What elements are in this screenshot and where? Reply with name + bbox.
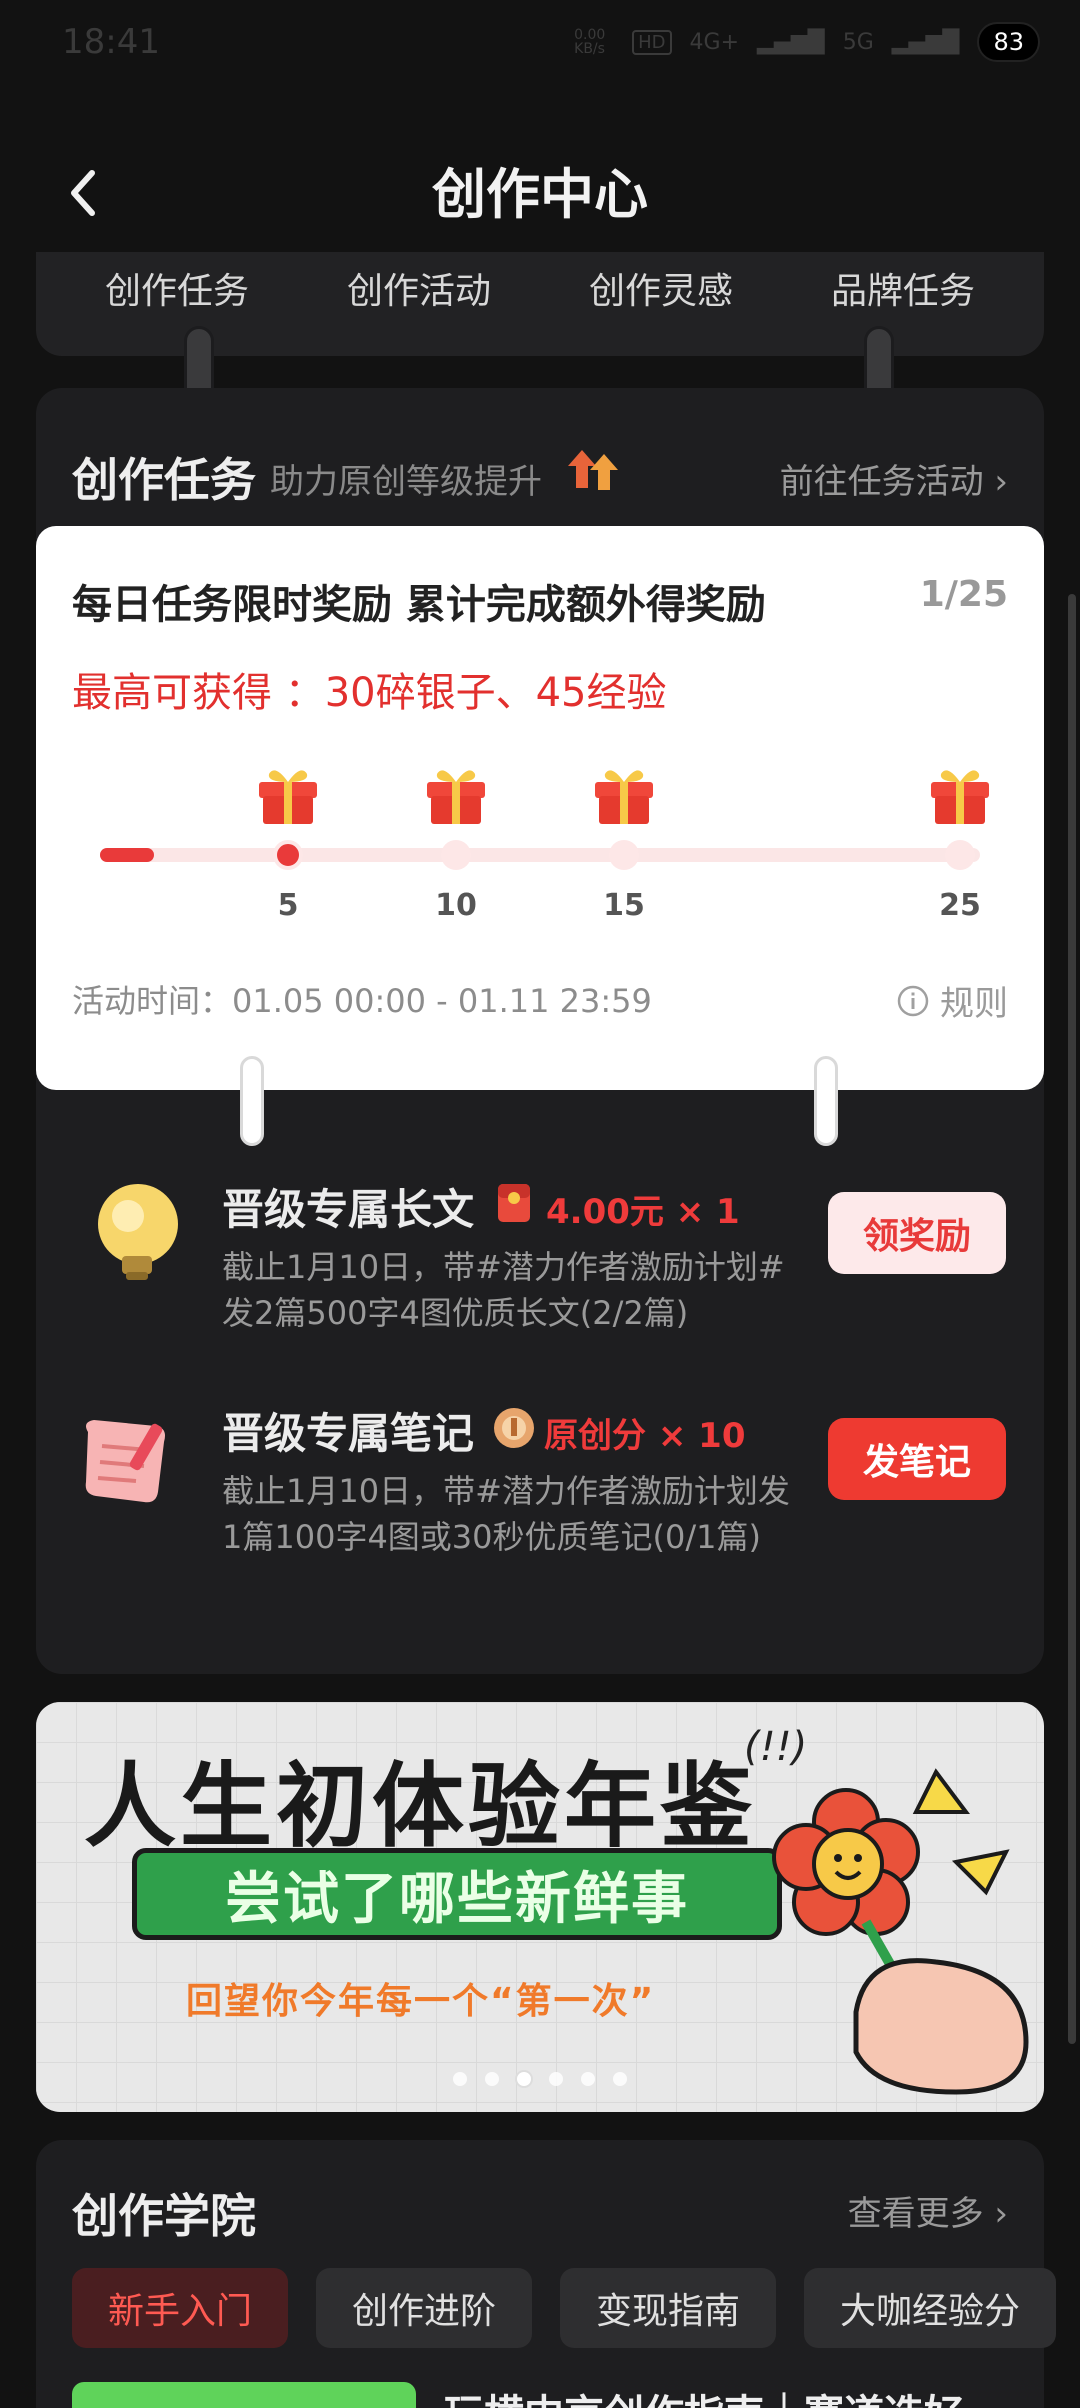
banner-pill: 尝试了哪些新鲜事 — [132, 1848, 782, 1940]
milestone-label: 10 — [435, 888, 477, 923]
max-reward-text: 最高可获得 ：30碎银子、45经验 — [72, 670, 667, 716]
task-2-description: 截止1月10日，带#潜力作者激励计划发1篇100字4图或30秒优质笔记(0/1篇… — [222, 1472, 790, 1556]
originality-score-icon — [494, 1408, 534, 1448]
milestone-label: 15 — [603, 888, 645, 923]
banner-title: 人生初体验年鉴 — [84, 1753, 757, 1860]
carousel-dot[interactable] — [453, 2072, 467, 2086]
carousel-dot[interactable] — [613, 2072, 627, 2086]
carousel-dot[interactable] — [549, 2072, 563, 2086]
progress-fill — [100, 848, 154, 862]
activity-time: 活动时间：01.05 00:00 - 01.11 23:59 — [72, 982, 652, 1020]
gift-icon — [427, 770, 485, 824]
carousel-dot[interactable] — [581, 2072, 595, 2086]
progress-track — [100, 848, 980, 862]
tab-brand-tasks[interactable]: 品牌任务 — [788, 262, 1018, 314]
chip-advanced[interactable]: 创作进阶 — [316, 2268, 533, 2348]
promo-banner[interactable]: 人生初体验年鉴 (!!) 尝试了哪些新鲜事 回望你今年每一个“第一次” — [36, 1702, 1044, 2112]
carousel-dot[interactable] — [485, 2072, 499, 2086]
lightbulb-icon — [98, 1184, 178, 1280]
milestone-label: 5 — [277, 888, 299, 923]
reward-title: 每日任务限时奖励 累计完成额外得奖励 — [72, 582, 766, 628]
signal-4g-icon: 4G+ — [689, 29, 740, 55]
reward-counter: 1/25 — [919, 574, 1008, 615]
signal-5g-icon: 5G — [842, 29, 874, 55]
post-note-button[interactable]: 发笔记 — [828, 1418, 1006, 1500]
signal-bars-icon-2: ▂▄▆█ — [891, 29, 960, 55]
milestone-node — [441, 840, 471, 870]
milestone-node — [273, 840, 303, 870]
carousel-dot[interactable] — [517, 2072, 531, 2086]
level-up-arrows-icon — [568, 450, 618, 490]
banner-subtitle: 回望你今年每一个“第一次” — [186, 1981, 656, 2022]
tab-creation-inspiration[interactable]: 创作灵感 — [546, 262, 776, 314]
task-1-reward: 4.00元 × 1 — [546, 1192, 740, 1232]
claim-reward-button[interactable]: 领奖励 — [828, 1192, 1006, 1274]
rules-button[interactable]: 规则 — [896, 976, 1008, 1025]
status-icons: 0.00 KB/s HD 4G+ ▂▄▆█ 5G ▂▄▆█ 83 — [574, 22, 1040, 62]
gift-icon — [259, 770, 317, 824]
go-task-activity-link[interactable]: 前往任务活动 › — [780, 454, 1008, 503]
connector-white-right — [814, 1056, 838, 1146]
tab-creation-activities[interactable]: 创作活动 — [304, 262, 534, 314]
top-tabs: 创作任务 创作活动 创作灵感 品牌任务 — [36, 262, 1044, 314]
section-subtitle: 助力原创等级提升 — [270, 462, 542, 502]
status-time: 18:41 — [62, 22, 160, 62]
milestone-node — [945, 840, 975, 870]
battery-indicator: 83 — [977, 22, 1040, 62]
gift-icon — [595, 770, 653, 824]
flower-hand-illustration — [772, 1768, 1029, 2095]
signal-bars-icon: ▂▄▆█ — [757, 29, 825, 55]
chip-beginner[interactable]: 新手入门 — [72, 2268, 289, 2348]
red-envelope-icon — [498, 1184, 530, 1222]
rules-label: 规则 — [940, 984, 1008, 1024]
task-2-title: 晋级专属笔记 — [222, 1409, 475, 1458]
tab-creation-tasks[interactable]: 创作任务 — [62, 262, 292, 314]
scrollbar[interactable] — [1068, 594, 1076, 2044]
task-1-title: 晋级专属长文 — [222, 1185, 475, 1234]
gift-icon — [931, 770, 989, 824]
section-title: 创作任务 — [72, 453, 256, 507]
milestone-label: 25 — [939, 888, 981, 923]
article-title-peek[interactable]: 玩横中京创作指南｜赛道选好 — [444, 2382, 964, 2408]
hd-icon: HD — [632, 29, 672, 55]
academy-title: 创作学院 — [72, 2189, 256, 2243]
connector-white-left — [240, 1056, 264, 1146]
task-1-description: 截止1月10日，带#潜力作者激励计划#发2篇500字4图优质长文(2/2篇) — [222, 1248, 785, 1332]
carousel-dots[interactable] — [36, 2072, 1044, 2086]
milestone-node — [609, 840, 639, 870]
net-speed: 0.00 KB/s — [574, 27, 606, 57]
status-bar: 18:41 0.00 KB/s HD 4G+ ▂▄▆█ 5G ▂▄▆█ 83 — [0, 0, 1080, 84]
chip-monetization[interactable]: 变现指南 — [560, 2268, 777, 2348]
info-icon — [897, 985, 929, 1016]
academy-chips: 新手入门 创作进阶 变现指南 大咖经验分 — [72, 2268, 1057, 2348]
note-scroll-icon — [85, 1420, 165, 1503]
view-more-link[interactable]: 查看更多 › — [848, 2186, 1008, 2235]
page-title: 创作中心 — [432, 163, 648, 226]
article-thumbnail[interactable] — [72, 2382, 416, 2408]
task-2-reward: 原创分 × 10 — [544, 1416, 746, 1456]
chip-expert-experience[interactable]: 大咖经验分 — [804, 2268, 1057, 2348]
